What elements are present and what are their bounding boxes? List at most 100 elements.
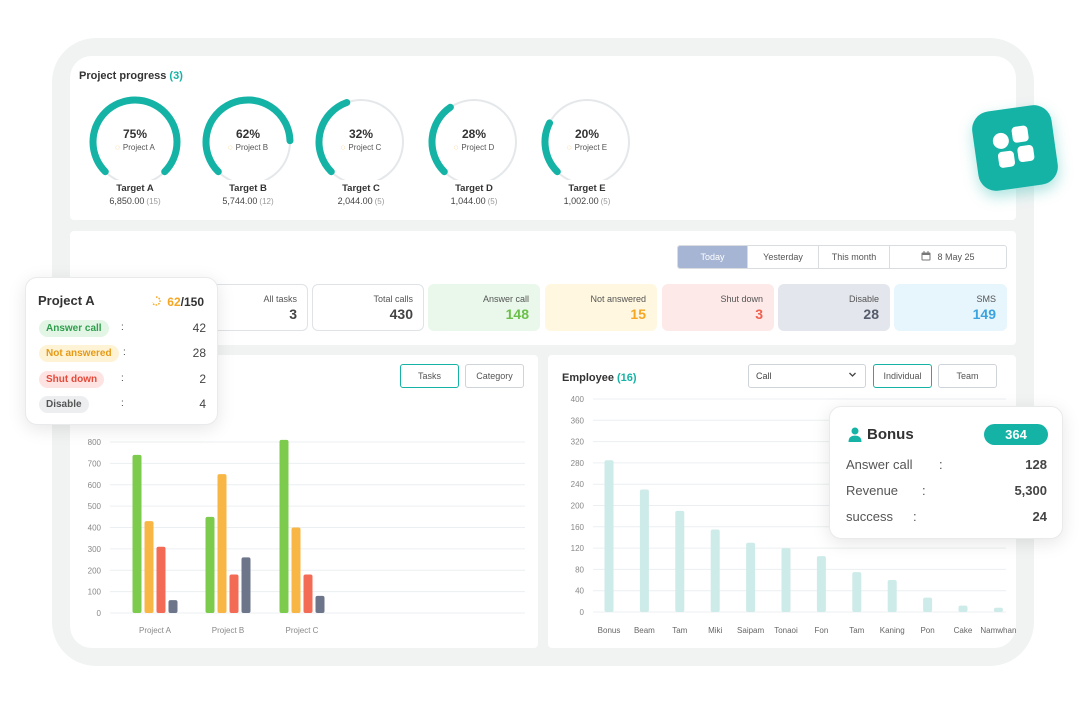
bonus-row: success: 24 [846, 509, 1047, 524]
y-tick-label: 700 [88, 459, 102, 468]
gauge-percent: 62% [235, 127, 261, 141]
y-tick-label: 200 [571, 502, 585, 511]
project-a-row: Not answered: 28 [39, 345, 206, 363]
bonus-row-value: 5,300 [1014, 483, 1047, 498]
progress-gauge: 20% ◌ Project E Target E 1,002.00 (5) [537, 94, 637, 214]
bar[interactable] [279, 439, 289, 613]
y-tick-label: 160 [571, 523, 585, 532]
x-tick-label: Tam [672, 626, 687, 635]
stat-card[interactable]: Disable 28 [778, 284, 890, 331]
gauge-target-value: 5,744.00 (12) [198, 196, 298, 206]
x-tick-label: Miki [708, 626, 722, 635]
progress-gauge: 62% ◌ Project B Target B 5,744.00 (12) [198, 94, 298, 214]
project-a-row-label: Disable [39, 396, 89, 413]
team-button[interactable]: Team [938, 364, 997, 388]
gauge-percent: 32% [348, 127, 374, 141]
tab-today[interactable]: Today [678, 246, 748, 268]
bar[interactable] [241, 557, 251, 613]
row-colon: : [123, 347, 126, 358]
row-colon: : [922, 483, 926, 498]
bar[interactable] [144, 521, 154, 613]
gauge-target-count: (5) [487, 197, 498, 206]
bar[interactable] [132, 454, 142, 613]
bar[interactable] [315, 595, 325, 613]
bar[interactable] [852, 572, 862, 612]
bar[interactable] [923, 597, 933, 612]
stat-card-label: SMS [976, 294, 996, 304]
date-picker-value: 8 May 25 [937, 252, 975, 262]
bar[interactable] [887, 580, 897, 612]
stat-card-value: 148 [505, 306, 529, 322]
stat-card-value: 15 [630, 306, 646, 322]
bar[interactable] [205, 516, 215, 613]
tasks-button[interactable]: Tasks [400, 364, 459, 388]
call-type-select[interactable]: Call [748, 364, 866, 388]
stat-card[interactable]: Not answered 15 [545, 284, 657, 331]
gauge-target-count: (12) [259, 197, 274, 206]
bar[interactable] [604, 460, 614, 612]
bar[interactable] [156, 546, 166, 613]
stat-card[interactable]: SMS 149 [894, 284, 1007, 331]
gauge-target-name: Target E [568, 183, 606, 194]
bar[interactable] [303, 574, 313, 613]
x-tick-label: Project A [139, 626, 172, 635]
x-tick-label: Kaning [880, 626, 905, 635]
bar[interactable] [993, 607, 1003, 612]
date-picker[interactable]: 8 May 25 [890, 246, 1006, 268]
gauge-target-value: 6,850.00 (15) [85, 196, 185, 206]
x-tick-label: Pon [920, 626, 934, 635]
project-a-row: Disable: 4 [39, 396, 206, 414]
stat-card-label: Total calls [373, 294, 413, 304]
project-a-row-value: 42 [192, 321, 206, 335]
stat-card-label: Answer call [482, 294, 529, 304]
x-tick-label: Beam [634, 626, 655, 635]
bar[interactable] [816, 556, 826, 612]
y-tick-label: 200 [88, 566, 102, 575]
apps-icon[interactable] [969, 102, 1061, 194]
y-tick-label: 500 [88, 502, 102, 511]
tab-yesterday[interactable]: Yesterday [748, 246, 819, 268]
bonus-row: Revenue: 5,300 [846, 483, 1047, 498]
stat-card[interactable]: Answer call 148 [428, 284, 540, 331]
bar[interactable] [675, 510, 685, 612]
bar[interactable] [168, 600, 178, 613]
bar[interactable] [217, 474, 227, 613]
gauge-target-value: 1,002.00 (5) [537, 196, 637, 206]
date-filter-tabs: Today Yesterday This month 8 May 25 [677, 245, 1007, 269]
x-tick-label: Project C [286, 626, 319, 635]
y-tick-label: 240 [571, 480, 585, 489]
bonus-row: Answer call: 128 [846, 457, 1047, 472]
project-progress-panel: Project progress (3) 75% ◌ Project A Target … [70, 56, 1016, 220]
bar[interactable] [291, 527, 301, 614]
individual-button[interactable]: Individual [873, 364, 932, 388]
bar[interactable] [746, 542, 756, 612]
gauge-target-amount: 6,850.00 [109, 196, 145, 206]
stat-card-value: 149 [972, 306, 996, 322]
bonus-row-value: 24 [1032, 509, 1047, 524]
stat-card[interactable]: Shut down 3 [662, 284, 774, 331]
call-type-select-value: Call [756, 371, 772, 381]
y-tick-label: 300 [88, 545, 102, 554]
bar[interactable] [781, 548, 791, 612]
row-colon: : [121, 373, 124, 384]
bar[interactable] [958, 605, 968, 612]
gauge-percent: 75% [122, 127, 148, 141]
gauge-target-name: Target B [229, 183, 267, 194]
user-icon [848, 427, 862, 447]
project-progress-title: Project progress (3) [79, 70, 183, 82]
apps-icon-tile [991, 131, 1010, 150]
progress-gauge: 75% ◌ Project A Target A 6,850.00 (15) [85, 94, 185, 214]
gauge-project-label: ◌ Project E [537, 143, 637, 152]
bar[interactable] [229, 574, 239, 613]
chevron-down-icon [848, 370, 857, 381]
employee-count: (16) [616, 372, 637, 384]
stat-card-label: Disable [848, 294, 879, 304]
row-colon: : [121, 322, 124, 333]
bar[interactable] [639, 489, 649, 612]
x-tick-label: Namwhan [980, 626, 1016, 635]
category-button[interactable]: Category [465, 364, 524, 388]
bar[interactable] [710, 529, 720, 612]
tab-this-month[interactable]: This month [819, 246, 890, 268]
stat-card[interactable]: Total calls 430 [312, 284, 424, 331]
apps-icon-tile [1016, 144, 1035, 163]
